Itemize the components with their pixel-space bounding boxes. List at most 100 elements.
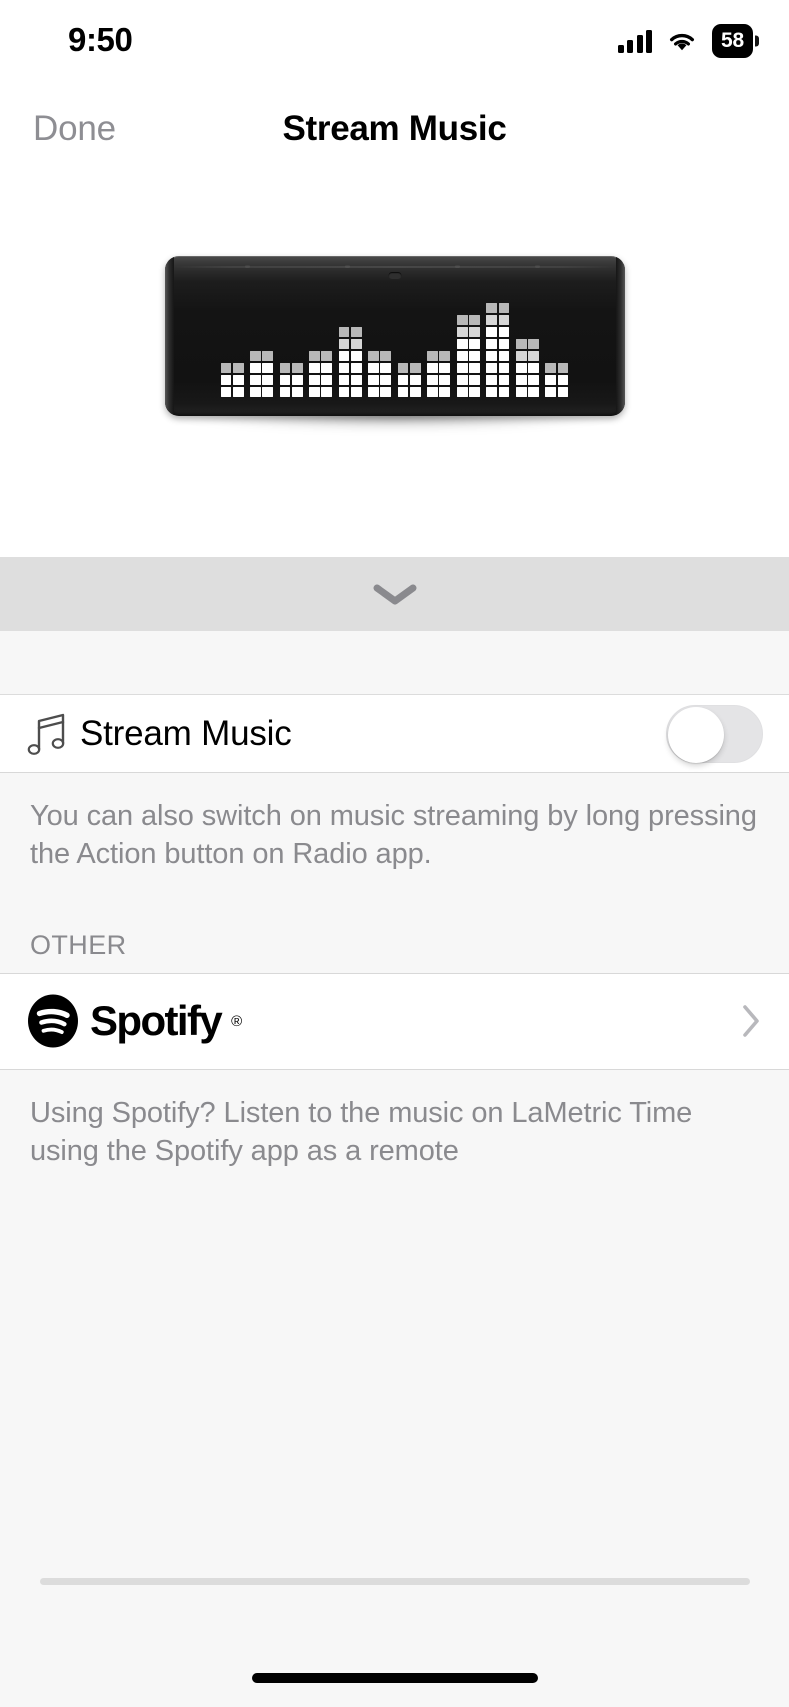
led-bar [279,362,303,397]
led-pixel-row [486,362,510,373]
led-bar [220,362,244,397]
device-top-seam [174,266,615,268]
led-pixel-row [486,338,510,349]
led-pixel-row [368,374,392,385]
led-pixel-row [250,374,274,385]
app-screen: 9:50 58 Done Stream Music Stream Music Y… [0,0,789,1707]
spotify-description: Using Spotify? Listen to the music on La… [0,1069,789,1199]
device-hero [0,194,789,557]
stream-music-toggle[interactable] [666,704,763,763]
led-pixel-row [279,386,303,397]
led-pixel-row [456,386,480,397]
led-pixel-row [368,362,392,373]
led-pixel-row [486,302,510,313]
stream-music-label: Stream Music [80,713,292,753]
device-body [164,256,625,416]
led-pixel-row [250,386,274,397]
collapse-hero-button[interactable] [0,557,789,631]
led-bar [338,326,362,397]
spotify-wordmark: Spotify [90,997,223,1045]
led-pixel-row [309,362,333,373]
led-pixel-row [427,350,451,361]
lametric-device-image [164,256,625,430]
music-note-icon [26,711,72,757]
scroll-indicator[interactable] [40,1578,750,1585]
navigation-bar: Done Stream Music [0,82,789,194]
led-pixel-row [250,350,274,361]
spotify-logo-icon: Spotify ® [26,994,242,1048]
led-pixel-row [456,362,480,373]
led-bar [309,350,333,397]
led-pixel-row [338,326,362,337]
battery-icon: 58 [712,24,753,58]
led-bar [368,350,392,397]
led-pixel-row [515,350,539,361]
spotify-row[interactable]: Spotify ® [0,973,789,1070]
led-pixel-row [456,374,480,385]
led-pixel-row [486,374,510,385]
led-pixel-row [456,350,480,361]
led-pixel-row [545,386,569,397]
led-pixel-row [427,386,451,397]
stream-music-footnote: You can also switch on music streaming b… [0,773,789,902]
led-pixel-row [397,362,421,373]
wifi-icon [670,33,695,51]
led-pixel-row [220,362,244,373]
home-indicator[interactable] [251,1673,538,1683]
led-pixel-row [515,386,539,397]
status-bar-time: 9:50 [68,21,133,58]
led-pixel-row [220,374,244,385]
other-section-header: OTHER [0,901,789,973]
led-pixel-row [486,386,510,397]
led-bar [545,362,569,397]
led-pixel-row [397,386,421,397]
led-pixel-row [250,362,274,373]
settings-list: Stream Music You can also switch on musi… [0,631,789,1707]
other-section-header-wrap: OTHER [0,901,789,974]
led-bar [250,350,274,397]
led-pixel-row [486,314,510,325]
led-pixel-row [397,374,421,385]
led-bar [515,338,539,397]
led-bar [486,302,510,397]
list-top-gap [0,631,789,695]
stream-music-row[interactable]: Stream Music [0,695,789,773]
led-bar [456,314,480,397]
page-title: Stream Music [282,109,507,148]
led-pixel-row [515,338,539,349]
spotify-trademark: ® [231,1012,243,1030]
cellular-signal-icon [617,29,653,53]
led-pixel-row [456,314,480,325]
led-pixel-row [338,350,362,361]
status-bar-indicators: 58 [617,24,753,58]
led-pixel-row [309,386,333,397]
led-pixel-row [456,338,480,349]
led-pixel-row [515,374,539,385]
led-pixel-row [486,326,510,337]
led-bar [397,362,421,397]
led-pixel-row [338,374,362,385]
device-sensor [388,272,401,279]
led-pixel-row [220,386,244,397]
led-pixel-row [309,350,333,361]
led-pixel-row [279,374,303,385]
led-pixel-row [309,374,333,385]
led-pixel-row [338,338,362,349]
chevron-right-icon [743,1005,759,1037]
led-pixel-row [545,374,569,385]
led-bar [427,350,451,397]
led-pixel-row [338,386,362,397]
led-pixel-row [456,326,480,337]
led-pixel-row [486,350,510,361]
led-pixel-row [427,362,451,373]
led-equalizer-display [220,279,569,397]
led-pixel-row [368,386,392,397]
led-pixel-row [279,362,303,373]
led-pixel-row [338,362,362,373]
chevron-down-icon [373,584,416,605]
led-pixel-row [545,362,569,373]
led-pixel-row [368,350,392,361]
status-bar: 9:50 58 [0,0,789,82]
led-pixel-row [427,374,451,385]
led-pixel-row [515,362,539,373]
